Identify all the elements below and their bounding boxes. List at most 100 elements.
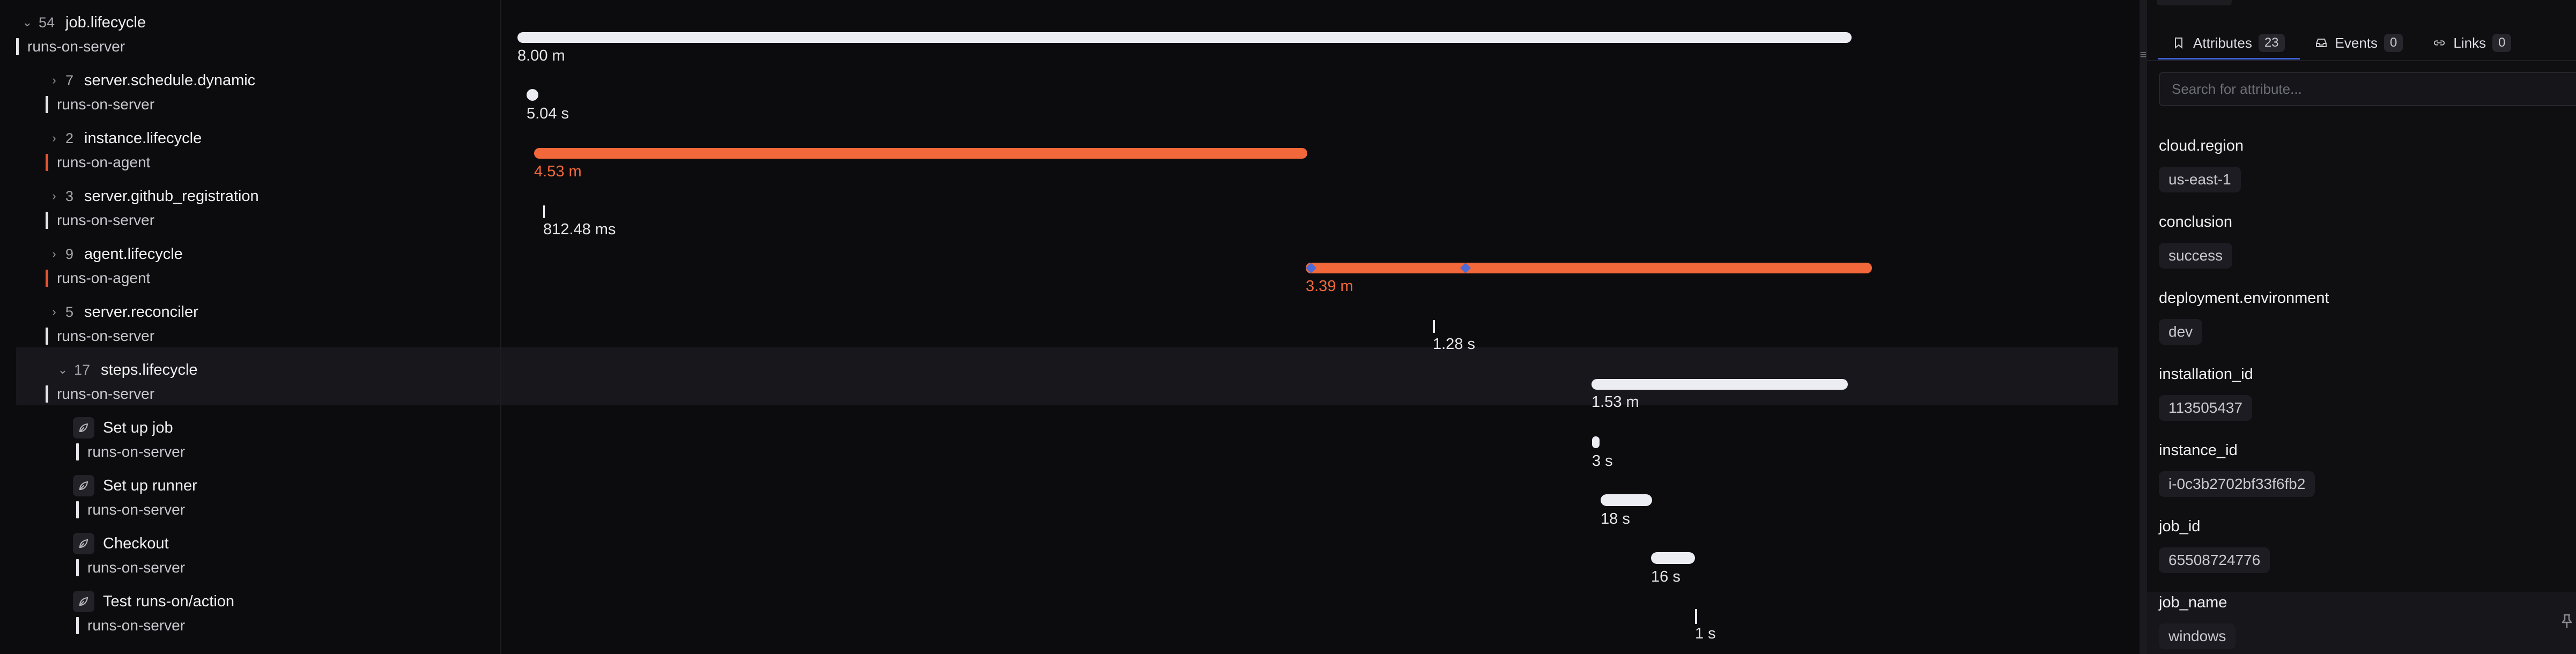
chevron-right-icon[interactable]: ›: [48, 247, 60, 261]
attribute-value[interactable]: i-0c3b2702bf33f6fb2: [2159, 471, 2315, 497]
service-color-marker: [76, 559, 79, 576]
attribute-value[interactable]: us-east-1: [2159, 167, 2241, 192]
pin-icon[interactable]: [2560, 613, 2574, 629]
span-name-cell[interactable]: › 7 server.schedule.dynamic: [48, 70, 255, 91]
span-bar[interactable]: [517, 32, 1852, 43]
leaf-icon: [73, 591, 94, 612]
child-count: 2: [65, 130, 74, 146]
attribute-key: instance_id: [2159, 442, 2238, 459]
attribute-search-input[interactable]: [2159, 72, 2576, 106]
service-color-marker: [46, 96, 48, 113]
span-bar[interactable]: [1592, 379, 1848, 390]
leaf-icon: [73, 475, 94, 496]
tab-count-badge: 23: [2258, 34, 2285, 52]
service-color-marker: [46, 270, 48, 287]
service-label: runs-on-server: [76, 559, 186, 576]
attribute-item[interactable]: cloud.region us-east-1: [2159, 137, 2244, 192]
span-bar[interactable]: [543, 205, 545, 218]
child-count: 54: [39, 14, 55, 31]
attribute-value[interactable]: dev: [2159, 319, 2203, 345]
span-bar[interactable]: [1592, 436, 1600, 448]
attribute-value[interactable]: 65508724776: [2159, 547, 2270, 573]
span-name-cell[interactable]: › 2 instance.lifecycle: [48, 128, 202, 149]
span-duration: 1.53 m: [1592, 393, 1639, 411]
chevron-right-icon[interactable]: ›: [48, 305, 60, 319]
child-count: 9: [65, 246, 74, 262]
span-name-cell[interactable]: Test runs-on/action: [73, 591, 234, 612]
chevron-down-icon[interactable]: ⌄: [57, 363, 69, 377]
attribute-item[interactable]: instance_id i-0c3b2702bf33f6fb2: [2159, 442, 2315, 497]
tab-events[interactable]: Events 0: [2300, 28, 2418, 58]
span-duration: 812.48 ms: [543, 221, 616, 238]
span-name-cell[interactable]: Set up job: [73, 417, 173, 439]
span-name-cell[interactable]: › 5 server.reconciler: [48, 301, 198, 323]
service-name: runs-on-server: [87, 559, 186, 576]
service-name: runs-on-server: [57, 212, 155, 228]
chevron-right-icon[interactable]: ›: [48, 189, 60, 203]
tab-links[interactable]: Links 0: [2418, 28, 2526, 58]
span-name-cell[interactable]: Checkout: [73, 533, 169, 554]
span-bar[interactable]: [1695, 609, 1697, 624]
service-name: runs-on-agent: [57, 270, 151, 286]
span-name: Set up runner: [103, 477, 197, 494]
chevron-down-icon[interactable]: ⌄: [21, 16, 33, 29]
service-name: runs-on-agent: [57, 154, 151, 170]
span-duration: 3.39 m: [1306, 278, 1353, 295]
attribute-value[interactable]: windows: [2159, 623, 2236, 649]
span-duration: 4.53 m: [534, 163, 582, 180]
service-name: runs-on-server: [87, 443, 186, 460]
service-label: runs-on-server: [76, 501, 185, 518]
details-tabs: Attributes 23 Events 0 Links 0: [2158, 28, 2526, 60]
span-bar[interactable]: [534, 148, 1307, 159]
service-label: runs-on-agent: [46, 270, 151, 287]
chevron-right-icon[interactable]: ›: [48, 73, 60, 87]
chevron-right-icon[interactable]: ›: [48, 131, 60, 145]
span-name-cell[interactable]: ⌄ 54 job.lifecycle: [21, 12, 146, 33]
inbox-icon: [2315, 36, 2328, 49]
span-name-cell[interactable]: › 3 server.github_registration: [48, 185, 258, 207]
service-label: runs-on-server: [16, 38, 125, 55]
tab-label: Events: [2335, 34, 2378, 51]
span-duration: 1 s: [1695, 625, 1716, 642]
span-details-panel: Attributes 23 Events 0 Links 0 cloud.region us…: [2147, 0, 2576, 654]
span-name: steps.lifecycle: [101, 361, 198, 378]
service-name: runs-on-server: [57, 96, 155, 113]
attribute-item[interactable]: installation_id 113505437: [2159, 366, 2253, 421]
attribute-item[interactable]: job_namewindows: [2159, 594, 2236, 649]
span-name-cell[interactable]: › 9 agent.lifecycle: [48, 243, 182, 265]
child-count: 3: [65, 188, 74, 204]
span-bar[interactable]: [527, 89, 538, 101]
bookmark-icon: [2173, 36, 2186, 49]
span-bar[interactable]: [1433, 320, 1435, 333]
service-color-marker: [46, 154, 48, 171]
link-icon: [2433, 36, 2446, 49]
panel-resize-handle[interactable]: [2140, 0, 2147, 654]
tabs-divider: [2147, 60, 2576, 61]
attribute-key: deployment.environment: [2159, 289, 2329, 307]
attribute-key: job_id: [2159, 518, 2201, 535]
tab-count-badge: 0: [2384, 34, 2403, 52]
tab-attributes[interactable]: Attributes 23: [2158, 28, 2300, 60]
attribute-value[interactable]: 113505437: [2159, 395, 2253, 421]
service-label: runs-on-server: [46, 385, 155, 403]
attribute-item[interactable]: job_id 65508724776: [2159, 518, 2270, 573]
span-name: Set up job: [103, 419, 173, 436]
service-name: runs-on-server: [57, 385, 155, 402]
attribute-value[interactable]: success: [2159, 243, 2233, 269]
attribute-item[interactable]: deployment.environment dev: [2159, 289, 2329, 345]
service-name: runs-on-server: [27, 38, 125, 55]
attribute-item[interactable]: conclusion success: [2159, 213, 2233, 269]
service-label: runs-on-server: [76, 617, 185, 634]
span-bar[interactable]: [1651, 552, 1695, 564]
service-label: runs-on-server: [46, 212, 155, 229]
panel-top-tab: [2157, 0, 2232, 5]
service-label: runs-on-server: [76, 443, 186, 460]
service-color-marker: [16, 38, 19, 55]
drag-handle-icon[interactable]: ≡: [2140, 42, 2147, 68]
service-color-marker: [76, 617, 79, 634]
span-name-cell[interactable]: ⌄ 17 steps.lifecycle: [57, 359, 198, 381]
span-name-cell[interactable]: Set up runner: [73, 475, 197, 496]
span-bar[interactable]: [1306, 263, 1872, 273]
span-bar[interactable]: [1601, 494, 1652, 506]
attribute-key: job_name: [2159, 594, 2227, 611]
